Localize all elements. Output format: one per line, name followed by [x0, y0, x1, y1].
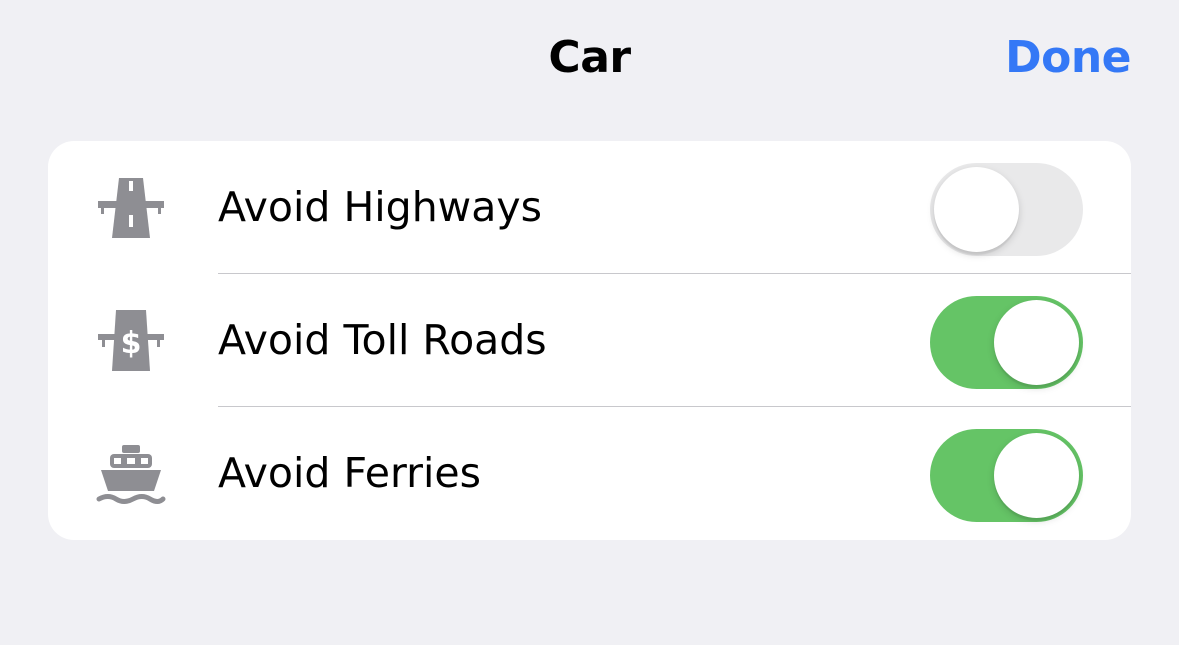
- toggle-knob: [994, 300, 1079, 385]
- option-row-avoid-highways: Avoid Highways: [48, 141, 1131, 274]
- option-label: Avoid Highways: [218, 183, 542, 231]
- highway-icon: [96, 173, 166, 243]
- option-label: Avoid Toll Roads: [218, 316, 547, 364]
- option-row-avoid-toll-roads: $ Avoid Toll Roads: [48, 274, 1131, 407]
- option-label: Avoid Ferries: [218, 449, 481, 497]
- toggle-knob: [934, 167, 1019, 252]
- page-title: Car: [548, 32, 631, 83]
- avoid-highways-toggle[interactable]: [930, 163, 1083, 256]
- done-button[interactable]: Done: [1005, 28, 1131, 88]
- toggle-knob: [994, 433, 1079, 518]
- avoid-toll-roads-toggle[interactable]: [930, 296, 1083, 389]
- svg-text:$: $: [121, 326, 142, 361]
- avoid-ferries-toggle[interactable]: [930, 429, 1083, 522]
- option-row-avoid-ferries: Avoid Ferries: [48, 407, 1131, 540]
- toll-road-icon: $: [96, 306, 166, 376]
- avoid-options-card: Avoid Highways $ Avoid Toll Roads Avoid …: [48, 141, 1131, 540]
- ferry-icon: [96, 439, 166, 509]
